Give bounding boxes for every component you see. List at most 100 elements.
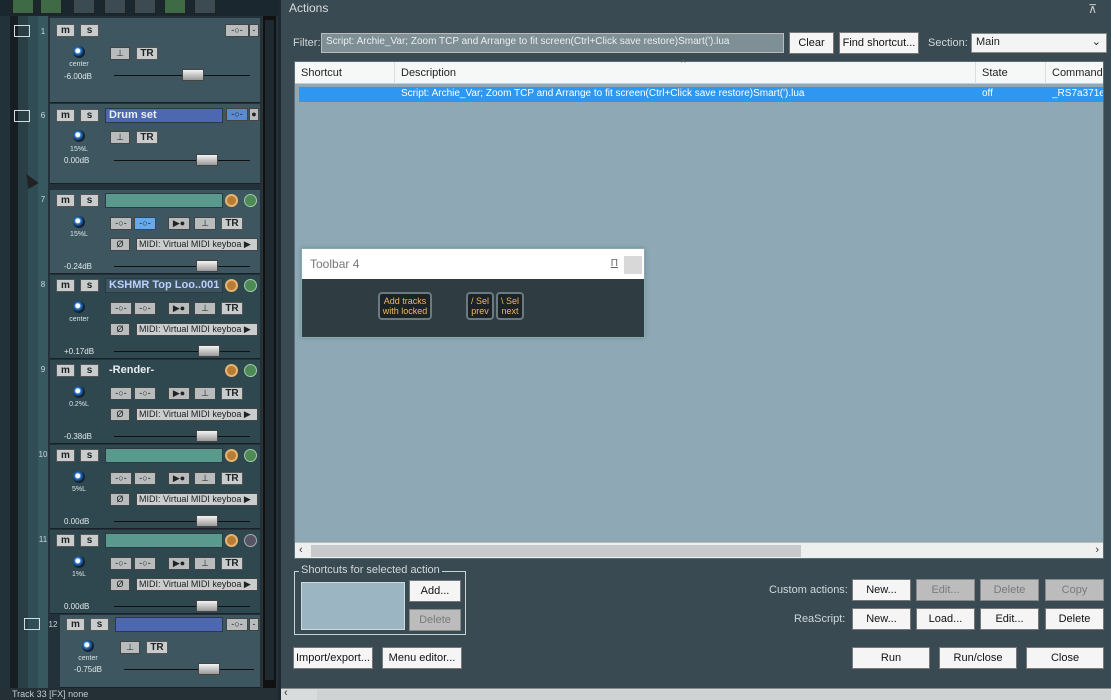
- run-button[interactable]: Run: [852, 647, 930, 669]
- mute-button[interactable]: m: [56, 534, 75, 547]
- track-row[interactable]: m s Drum set -○- ● 15%L 0.00dB ⊥ TR: [50, 104, 260, 184]
- pin-icon[interactable]: ⊼: [1088, 2, 1097, 16]
- toolbar-icon[interactable]: [73, 0, 95, 14]
- list-horizontal-scrollbar[interactable]: ‹ ›: [295, 542, 1103, 558]
- io-button[interactable]: ⊥: [194, 472, 216, 485]
- fx-button[interactable]: ▶●: [168, 387, 190, 400]
- fx-button[interactable]: -○-: [134, 217, 156, 230]
- tr-button[interactable]: TR: [221, 557, 243, 570]
- midi-input-select[interactable]: MIDI: Virtual MIDI keyboa ▶: [136, 323, 258, 336]
- fx-button[interactable]: -○-: [110, 302, 132, 315]
- section-select[interactable]: Main ⌄: [971, 33, 1107, 53]
- mute-button[interactable]: m: [56, 194, 75, 207]
- folder-state-button[interactable]: ●: [249, 108, 259, 121]
- shortcut-list[interactable]: [301, 582, 405, 630]
- volume-fader[interactable]: [196, 430, 218, 442]
- track-row[interactable]: m s -○- - center -0.75dB ⊥ TR: [60, 615, 260, 688]
- filter-input[interactable]: Script: Archie_Var; Zoom TCP and Arrange…: [321, 33, 784, 53]
- volume-fader[interactable]: [182, 69, 204, 81]
- reascript-new-button[interactable]: New...: [852, 608, 911, 630]
- folder-open-icon[interactable]: [14, 110, 30, 122]
- track-row[interactable]: m s 1%L -○- -○- ▶● ⊥ TR Ø MIDI: Virtual …: [50, 530, 260, 614]
- toolbar-icon[interactable]: [134, 0, 156, 14]
- reascript-edit-button[interactable]: Edit...: [980, 608, 1039, 630]
- pan-knob[interactable]: [73, 556, 85, 568]
- scrollbar-thumb[interactable]: [265, 20, 274, 680]
- toolbar-icon[interactable]: [194, 0, 216, 14]
- pan-knob[interactable]: [73, 130, 85, 142]
- tr-button[interactable]: TR: [136, 47, 158, 60]
- tr-button[interactable]: TR: [221, 472, 243, 485]
- track-name[interactable]: [105, 533, 223, 548]
- toolbar-icon[interactable]: [104, 0, 126, 14]
- import-export-button[interactable]: Import/export...: [293, 647, 373, 669]
- folder-state-button[interactable]: -○-: [226, 108, 248, 121]
- scroll-left-icon[interactable]: ‹: [299, 544, 303, 556]
- custom-copy-button[interactable]: Copy: [1045, 579, 1104, 601]
- track-name[interactable]: -Render-: [105, 363, 223, 378]
- fx-button[interactable]: ▶●: [168, 217, 190, 230]
- find-shortcut-button[interactable]: Find shortcut...: [839, 32, 919, 54]
- fx-button[interactable]: -○-: [134, 472, 156, 485]
- reascript-delete-button[interactable]: Delete: [1045, 608, 1104, 630]
- column-header-shortcut[interactable]: Shortcut: [295, 62, 395, 84]
- close-icon[interactable]: [624, 256, 642, 274]
- mute-button[interactable]: m: [56, 109, 75, 122]
- track-row[interactable]: m s -Render- 0.2%L -○- -○- ▶● ⊥ TR Ø MID…: [50, 360, 260, 444]
- run-close-button[interactable]: Run/close: [939, 647, 1017, 669]
- mute-button[interactable]: m: [56, 449, 75, 462]
- io-button[interactable]: ⊥: [110, 47, 130, 60]
- folder-state-button[interactable]: -○-: [226, 618, 248, 631]
- track-row[interactable]: m s KSHMR Top Loo..001 center -○- -○- ▶●…: [50, 275, 260, 359]
- pan-knob[interactable]: [73, 46, 85, 58]
- record-arm-button[interactable]: [225, 364, 238, 377]
- tr-button[interactable]: TR: [221, 217, 243, 230]
- folder-state-button[interactable]: -○-: [225, 24, 249, 37]
- custom-delete-button[interactable]: Delete: [980, 579, 1039, 601]
- solo-button[interactable]: s: [80, 24, 99, 37]
- select-prev-button[interactable]: / Sel prev: [466, 292, 494, 320]
- toolbar-icon[interactable]: [40, 0, 62, 14]
- solo-button[interactable]: s: [80, 534, 99, 547]
- volume-fader[interactable]: [196, 154, 218, 166]
- track-name[interactable]: KSHMR Top Loo..001: [105, 278, 223, 293]
- fx-button[interactable]: ▶●: [168, 302, 190, 315]
- close-button[interactable]: Close: [1026, 647, 1104, 669]
- midi-input-select[interactable]: MIDI: Virtual MIDI keyboa ▶: [136, 493, 258, 506]
- solo-button[interactable]: s: [80, 109, 99, 122]
- solo-button[interactable]: s: [90, 618, 109, 631]
- folder-icon[interactable]: [14, 25, 30, 37]
- add-shortcut-button[interactable]: Add...: [409, 580, 461, 602]
- mute-button[interactable]: m: [66, 618, 85, 631]
- record-arm-button[interactable]: [225, 534, 238, 547]
- fx-button[interactable]: -○-: [110, 472, 132, 485]
- io-button[interactable]: ⊥: [110, 131, 130, 144]
- io-button[interactable]: ⊥: [194, 387, 216, 400]
- monitor-button[interactable]: [244, 364, 257, 377]
- fx-button[interactable]: -○-: [134, 557, 156, 570]
- scroll-right-icon[interactable]: ›: [1095, 544, 1099, 556]
- monitor-button[interactable]: [244, 449, 257, 462]
- tr-button[interactable]: TR: [221, 302, 243, 315]
- fx-button[interactable]: ▶●: [168, 472, 190, 485]
- track-row[interactable]: m s 15%L -○- -○- ▶● ⊥ TR Ø MIDI: Virtual…: [50, 190, 260, 274]
- menu-editor-button[interactable]: Menu editor...: [382, 647, 462, 669]
- phase-button[interactable]: Ø: [110, 323, 130, 336]
- solo-button[interactable]: s: [80, 364, 99, 377]
- folder-state-button[interactable]: -: [249, 24, 259, 37]
- monitor-button[interactable]: [244, 194, 257, 207]
- solo-button[interactable]: s: [80, 279, 99, 292]
- io-button[interactable]: ⊥: [120, 641, 140, 654]
- volume-fader[interactable]: [198, 345, 220, 357]
- fx-button[interactable]: -○-: [134, 387, 156, 400]
- add-tracks-locked-button[interactable]: Add tracks with locked: [378, 292, 432, 320]
- tcp-vertical-scrollbar[interactable]: [262, 16, 276, 688]
- pan-knob[interactable]: [73, 301, 85, 313]
- delete-shortcut-button[interactable]: Delete: [409, 609, 461, 631]
- volume-fader[interactable]: [198, 663, 220, 675]
- phase-button[interactable]: Ø: [110, 493, 130, 506]
- track-name[interactable]: [105, 193, 223, 208]
- pan-knob[interactable]: [82, 640, 94, 652]
- midi-input-select[interactable]: MIDI: Virtual MIDI keyboa ▶: [136, 238, 258, 251]
- monitor-button[interactable]: [244, 534, 257, 547]
